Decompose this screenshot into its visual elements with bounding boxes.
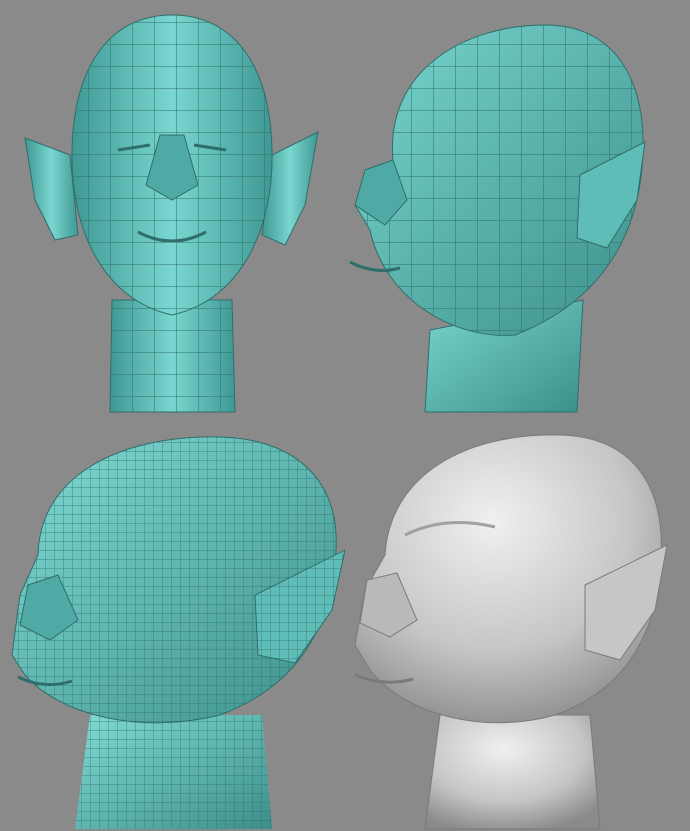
image-canvas — [0, 0, 690, 831]
threequarter-lowpoly-head-render — [345, 0, 690, 415]
threequarter-dense-mesh-head-render — [0, 415, 345, 831]
neck-mesh — [75, 715, 272, 829]
front-lowpoly-head-render — [0, 0, 345, 415]
neck — [424, 714, 601, 830]
threequarter-sculpt-head-render — [345, 415, 690, 831]
left-ear — [24, 137, 79, 241]
threequarter-head-svg — [349, 24, 646, 413]
dense-head-svg — [11, 436, 345, 829]
neck-mesh — [110, 300, 235, 412]
sculpt-head-svg — [354, 434, 668, 830]
front-head-svg — [24, 14, 319, 413]
